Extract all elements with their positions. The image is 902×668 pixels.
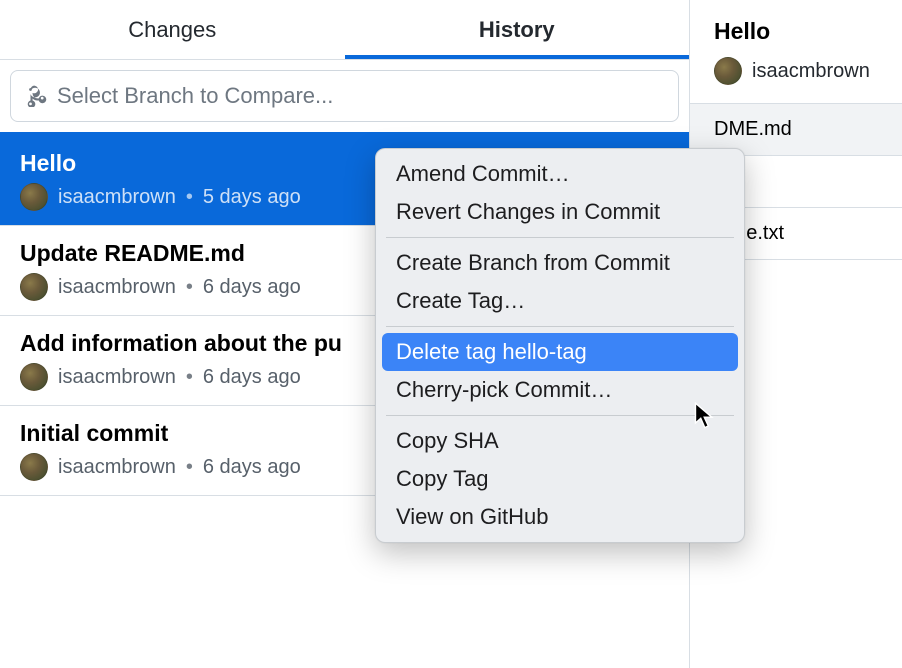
menu-item-amend-commit[interactable]: Amend Commit…: [382, 155, 738, 193]
commit-author: isaacmbrown: [58, 366, 176, 389]
file-name: DME.md: [714, 118, 792, 140]
separator: •: [186, 186, 193, 209]
menu-item-create-branch[interactable]: Create Branch from Commit: [382, 244, 738, 282]
menu-item-revert-changes[interactable]: Revert Changes in Commit: [382, 193, 738, 231]
avatar: [20, 183, 48, 211]
menu-item-cherry-pick[interactable]: Cherry-pick Commit…: [382, 371, 738, 409]
menu-separator: [386, 415, 734, 416]
commit-author: isaacmbrown: [58, 456, 176, 479]
commit-author: isaacmbrown: [58, 276, 176, 299]
avatar: [20, 363, 48, 391]
menu-item-view-on-github[interactable]: View on GitHub: [382, 498, 738, 536]
separator: •: [186, 276, 193, 299]
separator: •: [186, 366, 193, 389]
branch-compare-selector[interactable]: Select Branch to Compare...: [10, 70, 679, 122]
separator: •: [186, 456, 193, 479]
menu-separator: [386, 326, 734, 327]
commit-time: 6 days ago: [203, 456, 301, 479]
commit-time: 5 days ago: [203, 186, 301, 209]
menu-item-delete-tag[interactable]: Delete tag hello-tag: [382, 333, 738, 371]
tab-label: Changes: [128, 17, 216, 43]
branch-compare-placeholder: Select Branch to Compare...: [57, 83, 333, 109]
commit-time: 6 days ago: [203, 276, 301, 299]
commit-author: isaacmbrown: [58, 186, 176, 209]
tab-label: History: [479, 17, 555, 43]
tab-history[interactable]: History: [345, 0, 690, 59]
menu-separator: [386, 237, 734, 238]
detail-author: isaacmbrown: [752, 60, 870, 83]
detail-author-row: isaacmbrown: [690, 57, 902, 103]
menu-item-create-tag[interactable]: Create Tag…: [382, 282, 738, 320]
context-menu: Amend Commit… Revert Changes in Commit C…: [375, 148, 745, 543]
detail-title: Hello: [690, 18, 902, 57]
tabs: Changes History: [0, 0, 689, 60]
avatar: [714, 57, 742, 85]
menu-item-copy-sha[interactable]: Copy SHA: [382, 422, 738, 460]
git-branch-icon: [25, 85, 47, 107]
avatar: [20, 273, 48, 301]
commit-time: 6 days ago: [203, 366, 301, 389]
tab-changes[interactable]: Changes: [0, 0, 345, 59]
menu-item-copy-tag[interactable]: Copy Tag: [382, 460, 738, 498]
avatar: [20, 453, 48, 481]
